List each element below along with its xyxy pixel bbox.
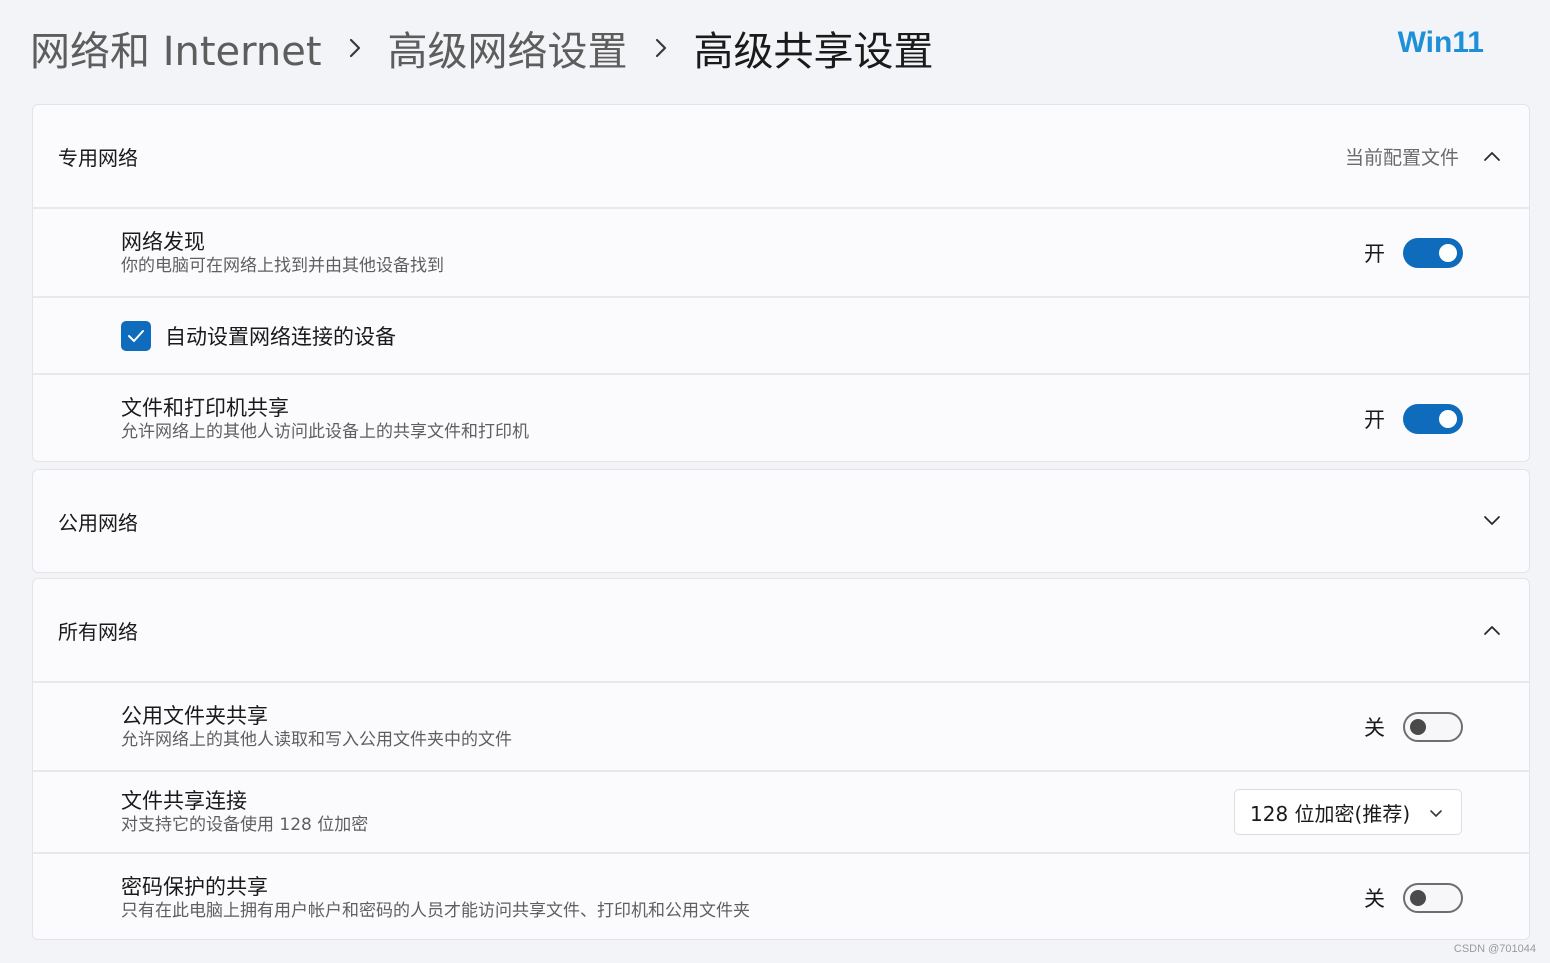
watermark: CSDN @701044 [1453,943,1536,955]
public-folder-sharing-row: 公用文件夹共享 允许网络上的其他人读取和写入公用文件夹中的文件 关 [33,681,1529,770]
public-folder-sharing-toggle[interactable] [1403,711,1463,742]
password-protected-sharing-toggle[interactable] [1403,882,1463,913]
encryption-select[interactable]: 128 位加密(推荐) [1234,789,1462,835]
public-folder-sharing-desc: 允许网络上的其他人读取和写入公用文件夹中的文件 [121,729,512,750]
toggle-knob [1410,718,1426,735]
password-protected-sharing-title: 密码保护的共享 [121,874,268,899]
toggle-state-label: 关 [1364,715,1385,740]
private-network-card: 专用网络 当前配置文件 网络发现 你的电脑可在网络上找到并由其他设备找到 开 自… [32,104,1530,462]
current-profile-label: 当前配置文件 [1344,146,1459,169]
section-title: 专用网络 [58,145,138,170]
breadcrumb: 网络和 Internet 高级网络设置 高级共享设置 [30,20,934,76]
toggle-knob [1439,243,1457,262]
all-networks-header[interactable]: 所有网络 [33,579,1529,681]
chevron-down-icon [1429,803,1443,822]
all-networks-card: 所有网络 公用文件夹共享 允许网络上的其他人读取和写入公用文件夹中的文件 关 文… [32,578,1530,940]
file-printer-sharing-row: 文件和打印机共享 允许网络上的其他人访问此设备上的共享文件和打印机 开 [33,373,1529,461]
encryption-select-value: 128 位加密(推荐) [1250,801,1411,826]
public-folder-sharing-title: 公用文件夹共享 [121,703,268,728]
private-network-header[interactable]: 专用网络 当前配置文件 [33,105,1529,207]
page-title: 高级共享设置 [693,29,934,75]
chevron-up-icon[interactable] [1481,145,1503,167]
network-discovery-title: 网络发现 [121,229,205,254]
password-protected-sharing-row: 密码保护的共享 只有在此电脑上拥有用户帐户和密码的人员才能访问共享文件、打印机和… [33,852,1529,939]
toggle-state-label: 关 [1364,886,1385,911]
network-discovery-row: 网络发现 你的电脑可在网络上找到并由其他设备找到 开 [33,207,1529,296]
chevron-right-icon [322,20,388,76]
auto-setup-label: 自动设置网络连接的设备 [165,324,396,349]
toggle-knob [1439,410,1457,428]
toggle-state-label: 开 [1364,241,1385,266]
breadcrumb-item-advanced-network[interactable]: 高级网络设置 [388,19,628,77]
file-sharing-connection-row: 文件共享连接 对支持它的设备使用 128 位加密 128 位加密(推荐) [33,770,1529,852]
toggle-knob [1410,889,1426,906]
file-sharing-connection-title: 文件共享连接 [121,789,247,813]
toggle-state-label: 开 [1364,408,1385,432]
auto-setup-checkbox[interactable] [121,320,151,351]
checkmark-icon [128,329,144,342]
file-printer-sharing-desc: 允许网络上的其他人访问此设备上的共享文件和打印机 [121,422,529,442]
public-network-card: 公用网络 [32,469,1530,573]
breadcrumb-item-network-internet[interactable]: 网络和 Internet [30,19,322,77]
section-title: 所有网络 [58,619,138,644]
password-protected-sharing-desc: 只有在此电脑上拥有用户帐户和密码的人员才能访问共享文件、打印机和公用文件夹 [121,900,750,921]
brand-label: Win11 [1397,26,1484,59]
file-printer-sharing-title: 文件和打印机共享 [121,396,289,420]
chevron-right-icon [628,20,694,76]
public-network-header[interactable]: 公用网络 [33,470,1529,572]
chevron-down-icon[interactable] [1481,510,1503,532]
file-sharing-connection-desc: 对支持它的设备使用 128 位加密 [121,815,369,835]
file-printer-sharing-toggle[interactable] [1403,404,1463,434]
auto-setup-row: 自动设置网络连接的设备 [33,296,1529,373]
section-title: 公用网络 [58,510,138,535]
chevron-up-icon[interactable] [1481,619,1503,641]
network-discovery-toggle[interactable] [1403,237,1463,268]
network-discovery-desc: 你的电脑可在网络上找到并由其他设备找到 [121,255,444,276]
